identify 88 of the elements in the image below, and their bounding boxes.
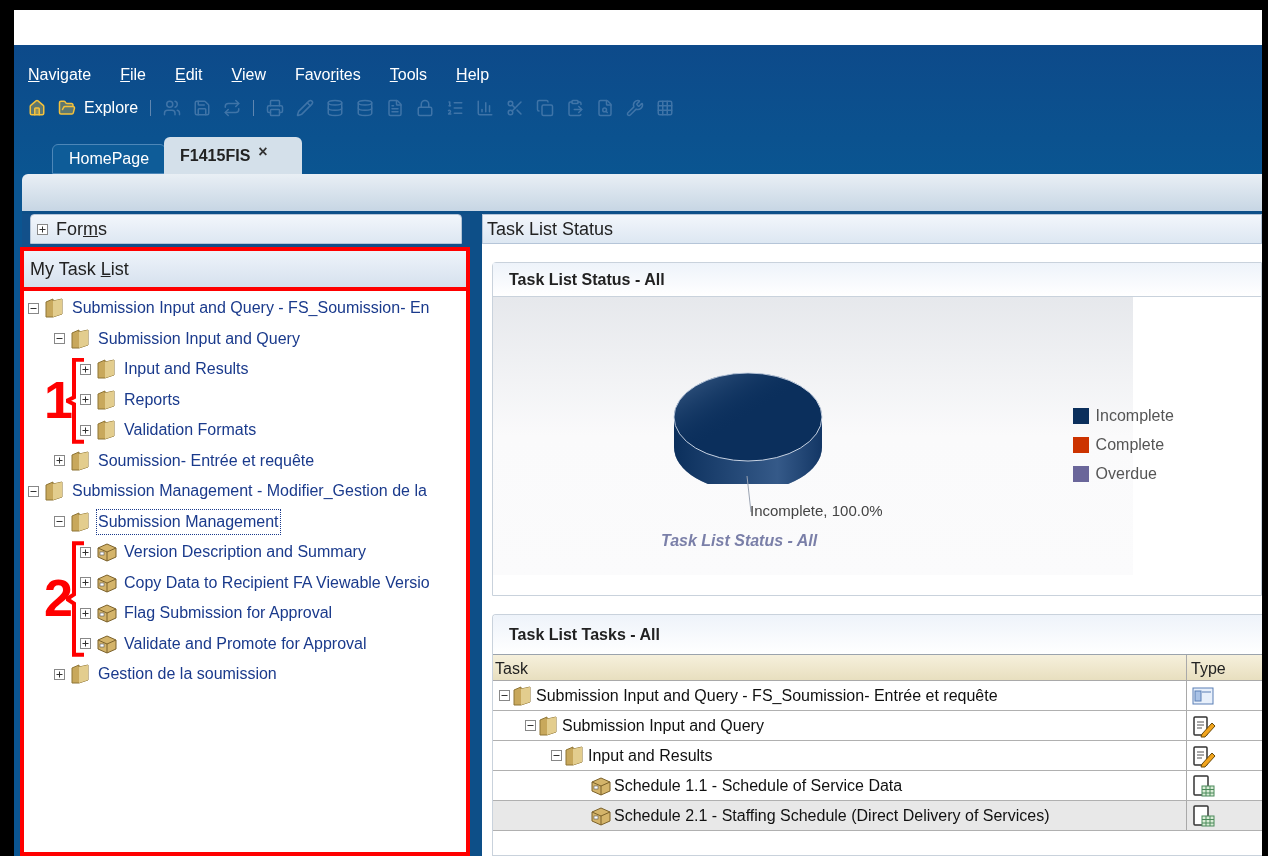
tree-item[interactable]: Version Description and Summary bbox=[123, 540, 367, 565]
table-cell-text: Submission Input and Query - FS_Soumission- Entrée et requête bbox=[536, 685, 998, 706]
tree-item[interactable]: Reports bbox=[123, 387, 182, 412]
annotation-number: 2 bbox=[44, 572, 73, 624]
legend-label: Complete bbox=[1095, 435, 1165, 455]
collapse-icon[interactable] bbox=[499, 690, 510, 701]
tree-item[interactable]: Submission Input and Query bbox=[97, 326, 301, 351]
tree-item[interactable]: Submission Input and Query - FS_Soumission- En bbox=[71, 296, 431, 321]
expand-icon[interactable] bbox=[80, 607, 91, 619]
menu-item[interactable]: Tools bbox=[389, 63, 428, 87]
tree-item[interactable]: Flag Submission for Approval bbox=[123, 601, 334, 626]
folder-icon bbox=[512, 684, 534, 707]
menu-item[interactable]: Help bbox=[456, 63, 490, 87]
folder-icon bbox=[70, 663, 92, 686]
legend-label: Overdue bbox=[1095, 464, 1157, 484]
tab[interactable]: HomePage bbox=[52, 144, 167, 174]
forms-panel-header[interactable]: Forms bbox=[30, 214, 462, 244]
menu-item[interactable]: Navigate bbox=[28, 63, 92, 87]
box-icon bbox=[96, 541, 118, 564]
tree-item[interactable]: Submission Management - Modifier_Gestion de la bbox=[71, 479, 428, 504]
expand-icon[interactable] bbox=[80, 577, 91, 589]
tree-item[interactable]: Input and Results bbox=[123, 357, 250, 382]
tree-item[interactable]: Gestion de la soumission bbox=[97, 662, 278, 687]
menu-item[interactable]: Favorites bbox=[294, 63, 361, 87]
tree-item[interactable]: Validation Formats bbox=[123, 418, 258, 443]
tree-item[interactable]: Copy Data to Recipient FA Viewable Versio bbox=[123, 570, 431, 595]
collapse-icon[interactable] bbox=[551, 750, 562, 761]
box-icon bbox=[96, 602, 118, 625]
panel-title: Task List Status bbox=[487, 217, 614, 241]
expand-icon[interactable] bbox=[80, 546, 91, 558]
panel-title: My Task List bbox=[30, 257, 129, 281]
folder-icon bbox=[96, 358, 118, 381]
collapse-icon[interactable] bbox=[28, 485, 39, 497]
expand-icon[interactable] bbox=[80, 424, 91, 436]
folder-icon bbox=[564, 744, 586, 767]
folder-icon bbox=[96, 388, 118, 411]
expand-icon[interactable] bbox=[80, 638, 91, 650]
collapse-icon[interactable] bbox=[54, 333, 65, 345]
expand-icon[interactable] bbox=[54, 668, 65, 680]
table-row[interactable]: Submission Input and Query bbox=[493, 711, 1262, 741]
expand-icon[interactable] bbox=[54, 455, 65, 467]
clipboard-pencil-icon bbox=[1192, 743, 1216, 768]
menu-item[interactable]: View bbox=[231, 63, 266, 87]
annotation-number: 1 bbox=[44, 373, 73, 426]
expand-icon[interactable] bbox=[80, 363, 91, 375]
chart-title: Task List Status - All bbox=[661, 530, 819, 551]
collapse-icon[interactable] bbox=[525, 720, 536, 731]
table-row[interactable]: Schedule 2.1 - Staffing Schedule (Direct Delivery of Services) bbox=[493, 801, 1262, 831]
card-title: Task List Status - All bbox=[509, 269, 665, 290]
folder-icon bbox=[70, 449, 92, 472]
tree-item[interactable]: Validate and Promote for Approval bbox=[123, 631, 368, 656]
home-icon[interactable] bbox=[28, 99, 46, 117]
clipboard-table-icon bbox=[1192, 803, 1216, 828]
folder-icon bbox=[44, 480, 66, 503]
leader-line bbox=[746, 476, 752, 514]
legend-label: Incomplete bbox=[1095, 406, 1174, 426]
collapse-icon[interactable] bbox=[54, 516, 65, 528]
column-header[interactable]: Type bbox=[1187, 655, 1262, 680]
explore-button[interactable]: Explore bbox=[84, 96, 139, 120]
card-title: Task List Tasks - All bbox=[509, 624, 660, 645]
folder-icon bbox=[44, 297, 66, 320]
table-row[interactable]: Submission Input and Query - FS_Soumission- Entrée et requête bbox=[493, 681, 1262, 711]
expand-icon[interactable] bbox=[80, 394, 91, 406]
tab[interactable]: F1415FIS × bbox=[164, 137, 302, 174]
tree-item[interactable]: Soumission- Entrée et requête bbox=[97, 448, 316, 473]
menu-item[interactable]: File bbox=[120, 63, 146, 87]
folder-icon bbox=[538, 714, 560, 737]
column-header[interactable]: Task bbox=[493, 655, 1187, 680]
close-tab-button[interactable]: × bbox=[258, 139, 268, 164]
table-row[interactable]: Schedule 1.1 - Schedule of Service Data bbox=[493, 771, 1262, 801]
folder-icon bbox=[96, 419, 118, 442]
menu-item[interactable]: Edit bbox=[174, 63, 203, 87]
table-row[interactable]: Input and Results bbox=[493, 741, 1262, 771]
clipboard-table-icon bbox=[1192, 773, 1216, 798]
open-folder-icon[interactable] bbox=[58, 99, 76, 117]
folder-icon bbox=[70, 327, 92, 350]
collapse-icon[interactable] bbox=[28, 302, 39, 314]
table-cell-text: Submission Input and Query bbox=[562, 715, 764, 736]
data-label: Incomplete, 100.0% bbox=[750, 501, 883, 521]
expand-icon[interactable] bbox=[37, 223, 48, 235]
table-cell-text: Schedule 2.1 - Staffing Schedule (Direct Delivery of Services) bbox=[614, 805, 1050, 826]
table-cell-text: Input and Results bbox=[588, 745, 713, 766]
clipboard-pencil-icon bbox=[1192, 713, 1216, 738]
tree-item[interactable]: Submission Management bbox=[97, 509, 280, 534]
form-icon bbox=[1192, 685, 1214, 706]
panel-title: Forms bbox=[56, 217, 107, 241]
folder-icon bbox=[70, 510, 92, 533]
table-cell-text: Schedule 1.1 - Schedule of Service Data bbox=[614, 775, 903, 796]
